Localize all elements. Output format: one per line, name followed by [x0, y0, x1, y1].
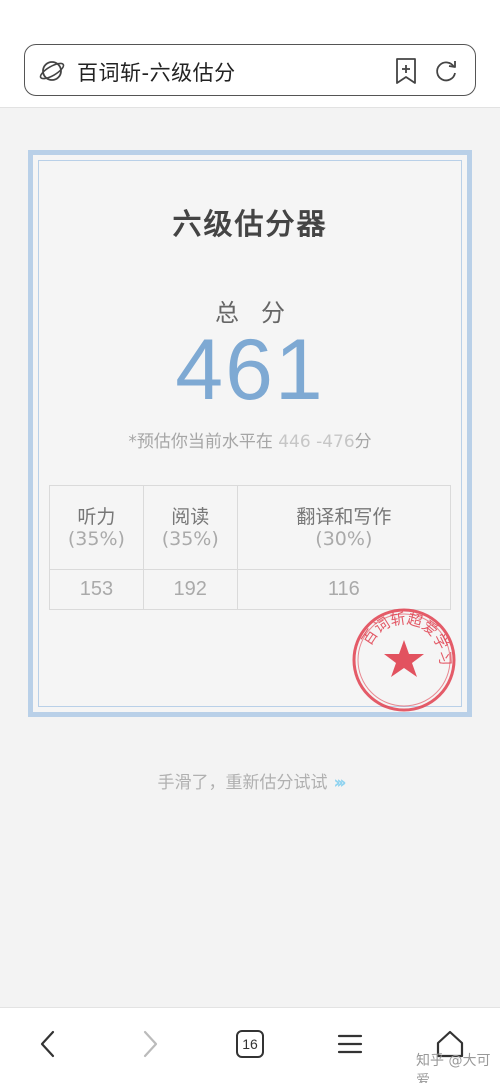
table-header-cell: 听力 (35%) [49, 485, 144, 570]
planet-icon [39, 61, 65, 81]
score-card: 六级估分器 总分 461 *预估你当前水平在 446 -476分 听力 (35%… [28, 150, 472, 717]
section-name: 阅读 [171, 505, 210, 528]
seal-stamp: 百词斩超爱学习 [352, 608, 456, 712]
retry-link-text[interactable]: 手滑了，重新估分试试 [157, 773, 327, 793]
back-icon[interactable] [36, 1028, 60, 1060]
section-score: 192 [142, 569, 238, 610]
table-header-cell: 阅读 (35%) [142, 485, 238, 570]
total-score: 461 [175, 322, 325, 418]
table-header-cell: 翻译和写作 (30%) [236, 485, 452, 570]
section-score: 116 [236, 569, 452, 610]
bookmark-add-icon[interactable] [393, 57, 419, 85]
section-percent: (35%) [161, 527, 219, 550]
status-bar [0, 0, 500, 36]
section-percent: (30%) [315, 527, 373, 550]
score-card-inner: 六级估分器 总分 461 *预估你当前水平在 446 -476分 听力 (35%… [38, 160, 462, 712]
double-chevron-right-icon: ››› [333, 773, 346, 793]
table-header-row: 听力 (35%) 阅读 (35%) 翻译和写作 (30%) [49, 485, 452, 570]
address-bar[interactable]: 百词斩-六级估分 [24, 44, 476, 96]
card-title: 六级估分器 [172, 207, 328, 241]
menu-icon[interactable] [336, 1028, 364, 1060]
star-icon [384, 640, 424, 677]
url-text[interactable]: 百词斩-六级估分 [77, 57, 236, 87]
section-score: 153 [49, 569, 144, 610]
refresh-icon[interactable] [433, 58, 459, 84]
tab-count: 16 [242, 1036, 258, 1052]
estimate-prefix: *预估你当前水平在 [128, 432, 279, 452]
watermark: 知乎 @大可爱 [416, 1053, 491, 1083]
browser-header: 百词斩-六级估分 [0, 0, 500, 108]
section-name: 翻译和写作 [296, 505, 392, 528]
section-name: 听力 [77, 505, 116, 528]
table-score-row: 153 192 116 [49, 569, 452, 610]
estimate-text: *预估你当前水平在 446 -476分 [39, 427, 461, 452]
tabs-button[interactable]: 16 [236, 1030, 264, 1058]
section-percent: (35%) [67, 527, 125, 550]
forward-icon[interactable] [138, 1028, 162, 1060]
score-table: 听力 (35%) 阅读 (35%) 翻译和写作 (30%) 153 192 11… [49, 485, 452, 610]
estimate-range: 446 -476 [278, 432, 355, 452]
retry-link[interactable]: 手滑了，重新估分试试 ››› [0, 768, 500, 793]
estimate-suffix: 分 [354, 432, 372, 452]
